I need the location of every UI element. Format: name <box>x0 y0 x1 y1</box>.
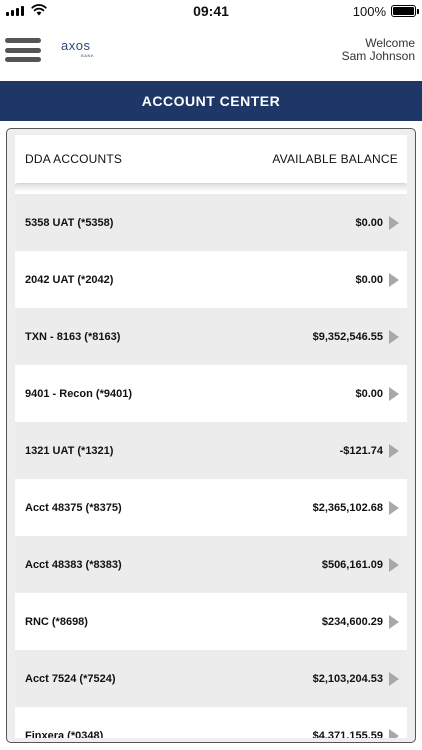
column-header-balance: AVAILABLE BALANCE <box>272 152 398 166</box>
account-name: Acct 48383 (*8383) <box>25 558 122 571</box>
account-name: RNC (*8698) <box>25 615 88 628</box>
account-name: 5358 UAT (*5358) <box>25 216 114 229</box>
account-balance: $506,161.09 <box>321 558 383 571</box>
account-row-right: $0.00 <box>355 386 399 401</box>
account-name: Acct 48375 (*8375) <box>25 501 122 514</box>
chevron-right-icon <box>389 614 399 629</box>
account-row[interactable]: 5358 UAT (*5358) $0.00 <box>15 194 407 251</box>
account-name: 9401 - Recon (*9401) <box>25 387 132 400</box>
account-row-right: $0.00 <box>355 215 399 230</box>
account-row[interactable]: Finxera (*0348) $4,371,155.59 <box>15 707 407 738</box>
account-balance: $0.00 <box>355 216 383 229</box>
account-row[interactable]: 9401 - Recon (*9401) $0.00 <box>15 365 407 422</box>
user-name: Sam Johnson <box>341 49 415 63</box>
chevron-right-icon <box>389 500 399 515</box>
account-balance: $0.00 <box>355 387 383 400</box>
chevron-right-icon <box>389 329 399 344</box>
account-row[interactable]: 2042 UAT (*2042) $0.00 <box>15 251 407 308</box>
chevron-right-icon <box>389 671 399 686</box>
account-name: Finxera (*0348) <box>25 729 104 739</box>
account-row[interactable]: 1321 UAT (*1321) -$121.74 <box>15 422 407 479</box>
account-name: 1321 UAT (*1321) <box>25 444 114 457</box>
account-row-right: $2,365,102.68 <box>312 500 399 515</box>
page-title: ACCOUNT CENTER <box>141 93 281 109</box>
chevron-right-icon <box>389 215 399 230</box>
chevron-right-icon <box>389 728 399 738</box>
chevron-right-icon <box>389 443 399 458</box>
account-row[interactable]: Acct 48375 (*8375) $2,365,102.68 <box>15 479 407 536</box>
axos-bank-logo: axos BANK <box>61 38 94 58</box>
account-balance: $0.00 <box>355 273 383 286</box>
account-balance: $2,103,204.53 <box>312 672 383 685</box>
page-title-bar: ACCOUNT CENTER <box>0 81 422 121</box>
chevron-right-icon <box>389 272 399 287</box>
account-row-right: $2,103,204.53 <box>312 671 399 686</box>
account-row-right: $234,600.29 <box>321 614 399 629</box>
account-row[interactable]: TXN - 8163 (*8163) $9,352,546.55 <box>15 308 407 365</box>
account-row[interactable]: Acct 48383 (*8383) $506,161.09 <box>15 536 407 593</box>
account-row[interactable]: Acct 7524 (*7524) $2,103,204.53 <box>15 650 407 707</box>
chevron-right-icon <box>389 386 399 401</box>
accounts-list-container[interactable]: DDA ACCOUNTS AVAILABLE BALANCE 5358 UAT … <box>15 135 407 738</box>
column-header-accounts: DDA ACCOUNTS <box>25 152 123 166</box>
account-name: TXN - 8163 (*8163) <box>25 330 121 343</box>
hamburger-menu-button[interactable] <box>5 38 41 62</box>
svg-text:axos: axos <box>61 38 90 53</box>
account-balance: -$121.74 <box>339 444 383 457</box>
app-header: axos BANK Welcome Sam Johnson <box>0 22 422 80</box>
account-row[interactable]: RNC (*8698) $234,600.29 <box>15 593 407 650</box>
battery-icon <box>391 5 419 17</box>
account-row-right: -$121.74 <box>339 443 399 458</box>
account-row-right: $506,161.09 <box>321 557 399 572</box>
account-name: Acct 7524 (*7524) <box>25 672 116 685</box>
battery-percentage: 100% <box>352 4 386 19</box>
account-name: 2042 UAT (*2042) <box>25 273 114 286</box>
account-row-right: $9,352,546.55 <box>312 329 399 344</box>
welcome-message: Welcome Sam Johnson <box>342 37 415 63</box>
account-balance: $2,365,102.68 <box>312 501 383 514</box>
account-balance: $4,371,155.59 <box>312 729 383 739</box>
chevron-right-icon <box>389 557 399 572</box>
accounts-list: 5358 UAT (*5358) $0.00 2042 UAT (*2042) … <box>15 194 407 738</box>
account-balance: $234,600.29 <box>321 615 383 628</box>
status-bar: 09:41 100% <box>0 0 422 22</box>
account-row-right: $0.00 <box>355 272 399 287</box>
svg-text:BANK: BANK <box>81 53 94 58</box>
account-row-right: $4,371,155.59 <box>312 728 399 739</box>
account-balance: $9,352,546.55 <box>312 330 383 343</box>
accounts-card: DDA ACCOUNTS AVAILABLE BALANCE 5358 UAT … <box>6 128 416 743</box>
accounts-list-header: DDA ACCOUNTS AVAILABLE BALANCE <box>15 135 407 183</box>
header-divider <box>15 184 407 192</box>
